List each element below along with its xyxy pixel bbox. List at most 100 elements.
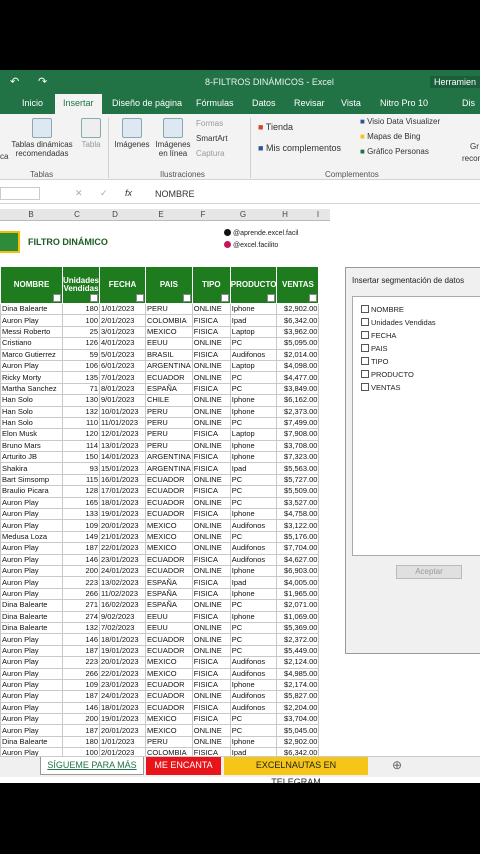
table-cell[interactable]: 25 <box>61 325 101 339</box>
column-header[interactable]: PRODUCTO <box>229 266 278 304</box>
table-cell[interactable]: 18/01/2023 <box>99 701 147 715</box>
table-cell[interactable]: Auron Play <box>0 508 63 521</box>
table-cell[interactable]: $4,098.00 <box>276 359 320 373</box>
table-cell[interactable]: Auron Play <box>0 359 63 373</box>
slicer-option[interactable]: VENTAS <box>361 383 400 392</box>
table-cell[interactable]: PC <box>229 473 278 487</box>
table-cell[interactable]: Auron Play <box>0 747 63 756</box>
undo-icon[interactable]: ↶ <box>10 75 19 88</box>
table-cell[interactable]: $4,758.00 <box>276 508 320 521</box>
checkbox-icon[interactable] <box>361 357 369 365</box>
table-cell[interactable]: Audifonos <box>229 348 278 361</box>
table-cell[interactable]: 2/01/2023 <box>99 314 147 327</box>
table-cell[interactable]: PC <box>229 416 278 430</box>
table-cell[interactable]: Dina Balearte <box>0 621 63 635</box>
table-cell[interactable]: PERU <box>145 428 193 441</box>
table-cell[interactable]: ESPAÑA <box>145 576 193 589</box>
table-button[interactable]: Tabla <box>80 118 102 149</box>
table-cell[interactable]: PERU <box>145 302 193 316</box>
table-cell[interactable]: ONLINE <box>191 337 231 350</box>
table-cell[interactable]: $5,045.00 <box>276 724 320 737</box>
filter-dropdown-icon[interactable] <box>90 294 99 302</box>
table-cell[interactable]: PC <box>229 382 278 396</box>
table-cell[interactable]: Dina Balearte <box>0 735 63 749</box>
table-cell[interactable]: PC <box>229 621 278 635</box>
table-cell[interactable]: Martha Sanchez <box>0 382 63 396</box>
table-cell[interactable]: $5,176.00 <box>276 530 320 544</box>
slicer-option[interactable]: TIPO <box>361 357 389 366</box>
table-cell[interactable]: 16/01/2023 <box>99 473 147 487</box>
table-cell[interactable]: 13/02/2023 <box>99 576 147 589</box>
table-cell[interactable]: $5,563.00 <box>276 462 320 475</box>
table-cell[interactable]: 4/01/2023 <box>99 337 147 350</box>
table-cell[interactable]: $6,162.00 <box>276 394 320 407</box>
filter-dropdown-icon[interactable] <box>136 294 145 302</box>
table-cell[interactable]: PC <box>229 337 278 350</box>
table-cell[interactable]: Ricky Morty <box>0 371 63 384</box>
checkbox-icon[interactable] <box>361 370 369 378</box>
table-cell[interactable]: FISICA <box>191 451 231 464</box>
table-cell[interactable]: FISICA <box>191 348 231 361</box>
table-cell[interactable]: $6,342.00 <box>276 314 320 327</box>
table-cell[interactable]: Laptop <box>229 428 278 441</box>
table-cell[interactable]: 11/02/2023 <box>99 587 147 601</box>
table-cell[interactable]: ECUADOR <box>145 496 193 510</box>
table-cell[interactable]: Shakira <box>0 462 63 475</box>
table-cell[interactable]: $4,477.00 <box>276 371 320 384</box>
table-cell[interactable]: Auron Play <box>0 644 63 658</box>
table-cell[interactable]: Audifonos <box>229 553 278 567</box>
table-cell[interactable]: EEUU <box>145 337 193 350</box>
table-cell[interactable]: Iphone <box>229 564 278 578</box>
slicer-option[interactable]: PRODUCTO <box>361 370 414 379</box>
table-cell[interactable]: $3,527.00 <box>276 496 320 510</box>
table-cell[interactable]: Auron Play <box>0 542 63 555</box>
tab-diseno[interactable]: Diseño de página <box>112 98 182 108</box>
table-cell[interactable]: ECUADOR <box>145 564 193 578</box>
table-cell[interactable]: 2/01/2023 <box>99 747 147 756</box>
table-cell[interactable]: 20/01/2023 <box>99 656 147 669</box>
table-cell[interactable]: ECUADOR <box>145 485 193 498</box>
table-cell[interactable]: PERU <box>145 735 193 749</box>
people-graph-button[interactable]: ■ Gráfico Personas <box>360 147 429 156</box>
table-cell[interactable]: Iphone <box>229 610 278 623</box>
table-cell[interactable]: 200 <box>61 564 101 578</box>
table-cell[interactable]: Auron Play <box>0 678 63 692</box>
table-cell[interactable]: ONLINE <box>191 690 231 703</box>
table-cell[interactable]: Messi Roberto <box>0 325 63 339</box>
col-header[interactable]: G <box>222 210 264 219</box>
store-button[interactable]: ■ Tienda <box>258 123 293 132</box>
table-cell[interactable]: 8/01/2023 <box>99 382 147 396</box>
table-cell[interactable]: $2,204.00 <box>276 701 320 715</box>
capture-button[interactable]: Captura <box>196 149 224 158</box>
table-cell[interactable]: FISICA <box>191 656 231 669</box>
slicer-option[interactable]: Unidades Vendidas <box>361 318 436 327</box>
table-cell[interactable]: ONLINE <box>191 302 231 316</box>
table-cell[interactable]: 24/01/2023 <box>99 564 147 578</box>
tab-nitro[interactable]: Nitro Pro 10 <box>380 98 428 108</box>
table-cell[interactable]: Iphone <box>229 394 278 407</box>
table-cell[interactable]: Auron Play <box>0 633 63 646</box>
table-cell[interactable]: Han Solo <box>0 405 63 418</box>
table-cell[interactable]: Ipad <box>229 747 278 756</box>
column-header[interactable]: FECHA <box>99 266 147 304</box>
table-cell[interactable]: FISICA <box>191 713 231 726</box>
slicer-option[interactable]: PAIS <box>361 344 388 353</box>
table-cell[interactable]: $5,095.00 <box>276 337 320 350</box>
table-cell[interactable]: 9/01/2023 <box>99 394 147 407</box>
table-cell[interactable]: Arturito JB <box>0 451 63 464</box>
table-cell[interactable]: FISICA <box>191 610 231 623</box>
table-cell[interactable]: ESPAÑA <box>145 382 193 396</box>
table-cell[interactable]: FISICA <box>191 485 231 498</box>
col-header[interactable]: D <box>92 210 138 219</box>
table-cell[interactable]: 7/02/2023 <box>99 621 147 635</box>
table-cell[interactable]: 126 <box>61 337 101 350</box>
table-cell[interactable]: $2,071.00 <box>276 599 320 612</box>
sheet-tab-like[interactable]: ME ENCANTA <box>146 757 221 775</box>
cancel-icon[interactable]: ✕ <box>75 188 83 199</box>
table-cell[interactable]: Audifonos <box>229 690 278 703</box>
col-header[interactable]: C <box>62 210 92 219</box>
table-cell[interactable]: 146 <box>61 553 101 567</box>
table-cell[interactable]: 71 <box>61 382 101 396</box>
table-cell[interactable]: $6,342.00 <box>276 747 320 756</box>
table-cell[interactable]: ONLINE <box>191 371 231 384</box>
